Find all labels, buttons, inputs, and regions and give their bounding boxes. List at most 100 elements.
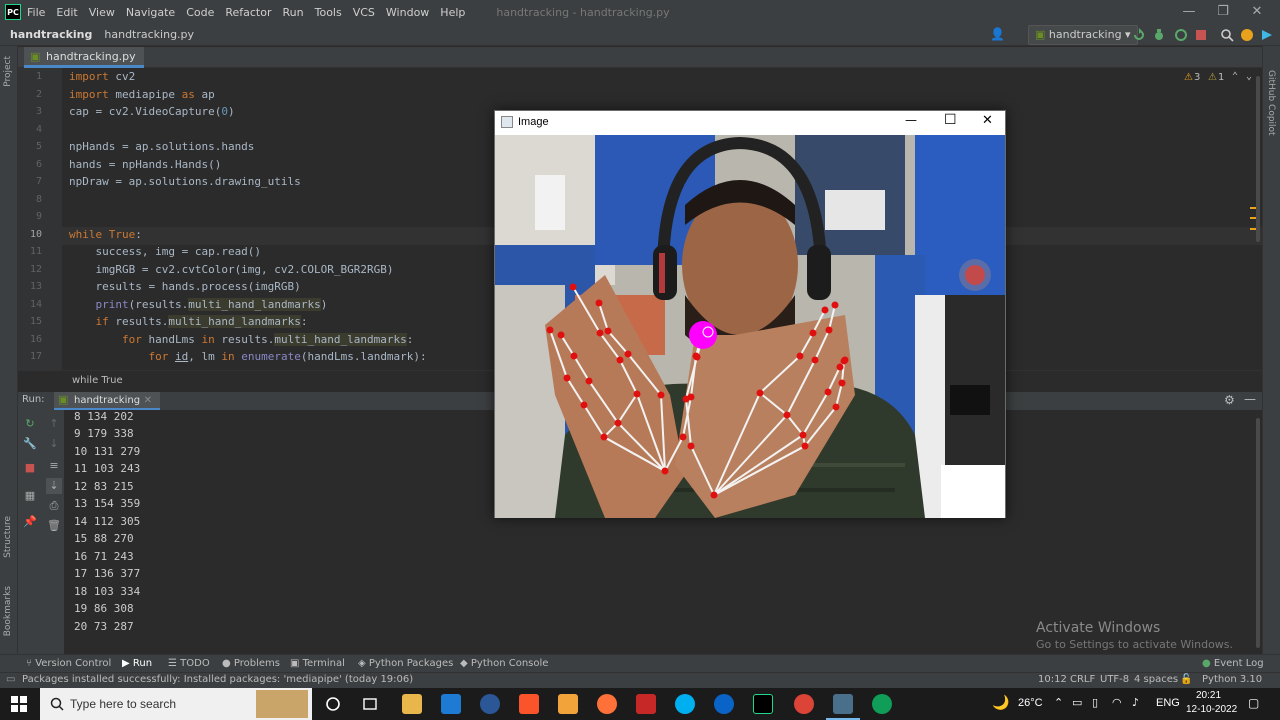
code-breadcrumb[interactable]: while True	[72, 375, 123, 386]
volume-icon[interactable]: ♪	[1132, 696, 1139, 709]
chevron-down-icon[interactable]: ⌄	[1246, 71, 1252, 82]
tab-run[interactable]: ▶ Run	[122, 655, 152, 673]
input-language[interactable]: ENG	[1156, 697, 1180, 709]
breadcrumb-project[interactable]: handtracking	[10, 28, 92, 41]
breadcrumb-file[interactable]: handtracking.py	[104, 28, 194, 41]
run-tab[interactable]: ▣ handtracking ✕	[54, 392, 160, 410]
structure-tool-tab[interactable]: Structure	[3, 516, 13, 558]
stop-icon[interactable]: ■	[22, 460, 38, 476]
rerun-icon[interactable]	[1132, 28, 1146, 42]
skype-icon[interactable]	[675, 694, 695, 714]
lock-icon[interactable]: 🔓	[1180, 674, 1192, 685]
tab-problems[interactable]: ● Problems	[222, 655, 280, 673]
console-scrollbar[interactable]	[1256, 418, 1260, 648]
notification-icon[interactable]: ▢	[1248, 696, 1259, 710]
line-separator[interactable]: CRLF	[1070, 674, 1095, 685]
opencv-image-window[interactable]: Image — ☐ ✕	[494, 110, 1006, 518]
menu-edit[interactable]: Edit	[56, 6, 77, 19]
menu-run[interactable]: Run	[283, 6, 304, 19]
vscode-icon[interactable]	[441, 694, 461, 714]
trash-icon[interactable]: 🗑	[46, 518, 62, 534]
gear-icon[interactable]: ⚙	[1224, 393, 1235, 407]
layout-icon[interactable]: ▦	[22, 488, 38, 504]
close-icon[interactable]: ✕	[144, 395, 152, 406]
menu-view[interactable]: View	[89, 6, 115, 19]
wifi-icon[interactable]: ◠	[1112, 696, 1122, 709]
word-icon[interactable]	[480, 694, 500, 714]
menu-file[interactable]: File	[27, 6, 45, 19]
moon-weather-icon[interactable]: 🌙	[992, 695, 1009, 711]
copilot-icon[interactable]	[1260, 28, 1274, 42]
power-icon[interactable]: ▯	[1092, 696, 1098, 709]
weak-warning-icon[interactable]: ⚠	[1208, 72, 1217, 83]
chrome-icon[interactable]	[794, 694, 814, 714]
run-configuration-select[interactable]: ▣ handtracking ▾	[1028, 25, 1138, 45]
editor-scrollbar[interactable]	[1256, 76, 1260, 242]
hide-panel-icon[interactable]: —	[1244, 392, 1256, 406]
tab-todo[interactable]: ☰ TODO	[168, 655, 210, 673]
image-close-button[interactable]: ✕	[982, 113, 993, 128]
status-icon[interactable]: ▭	[6, 674, 15, 685]
firefox-icon[interactable]	[597, 694, 617, 714]
stop-icon[interactable]	[1194, 28, 1208, 42]
file-encoding[interactable]: UTF-8	[1100, 674, 1129, 685]
windows-start-icon[interactable]	[11, 696, 27, 712]
soft-wrap-icon[interactable]: ≡	[46, 458, 62, 474]
chrome-icon[interactable]	[872, 694, 892, 714]
menu-refactor[interactable]: Refactor	[225, 6, 271, 19]
tab-version-control[interactable]: ⑂ Version Control	[26, 655, 111, 673]
tab-terminal[interactable]: ▣ Terminal	[290, 655, 345, 673]
project-tool-tab[interactable]: Project	[3, 56, 13, 87]
wrench-icon[interactable]: 🔧	[22, 436, 38, 452]
tab-python-console[interactable]: ◆ Python Console	[460, 655, 548, 673]
update-icon[interactable]	[1240, 28, 1254, 42]
image-window-titlebar[interactable]: Image — ☐ ✕	[495, 111, 1005, 135]
indent-setting[interactable]: 4 spaces	[1134, 674, 1178, 685]
image-maximize-button[interactable]: ☐	[944, 112, 957, 128]
weather-temp[interactable]: 26°C	[1018, 697, 1043, 709]
mail-icon[interactable]	[714, 694, 734, 714]
clock-time[interactable]: 20:21	[1196, 690, 1221, 701]
rerun-icon[interactable]: ↻	[22, 416, 38, 432]
copilot-tool-tab[interactable]: GitHub Copilot	[1266, 70, 1276, 136]
cortana-icon[interactable]	[325, 696, 341, 712]
debug-icon[interactable]	[1152, 28, 1166, 42]
file-explorer-icon[interactable]	[402, 694, 422, 714]
ide-close-button[interactable]: ✕	[1240, 0, 1274, 24]
menu-window[interactable]: Window	[386, 6, 429, 19]
search-icon[interactable]	[1220, 28, 1234, 42]
app-icon[interactable]	[558, 694, 578, 714]
menu-tools[interactable]: Tools	[315, 6, 342, 19]
status-message[interactable]: Packages installed successfully: Install…	[22, 674, 413, 685]
menu-help[interactable]: Help	[440, 6, 465, 19]
pin-icon[interactable]: 📌	[22, 514, 38, 530]
menu-code[interactable]: Code	[186, 6, 214, 19]
python-interpreter[interactable]: Python 3.10	[1202, 674, 1262, 685]
tab-handtracking-py[interactable]: ▣ handtracking.py	[24, 47, 144, 68]
user-icon[interactable]: 👤	[990, 27, 1008, 43]
tab-python-packages[interactable]: ◈ Python Packages	[358, 655, 453, 673]
taskbar-search-box[interactable]: Type here to search	[40, 688, 312, 720]
caret-position[interactable]: 10:12	[1038, 674, 1067, 685]
print-icon[interactable]: ⎙	[46, 498, 62, 514]
chevron-up-icon[interactable]: ⌃	[1054, 696, 1063, 709]
menu-navigate[interactable]: Navigate	[126, 6, 175, 19]
image-minimize-button[interactable]: —	[905, 113, 917, 127]
image-window-taskbar-icon[interactable]	[833, 694, 853, 714]
ide-maximize-button[interactable]: ❐	[1206, 0, 1240, 24]
ide-minimize-button[interactable]: —	[1172, 0, 1206, 24]
event-log-button[interactable]: ● Event Log	[1202, 655, 1264, 673]
clock-date[interactable]: 12-10-2022	[1186, 704, 1237, 715]
brave-icon[interactable]	[519, 694, 539, 714]
pycharm-taskbar-icon[interactable]	[753, 694, 773, 714]
scroll-to-end-icon[interactable]: ⇣	[46, 478, 62, 494]
network-icon[interactable]: ▭	[1072, 696, 1082, 709]
chevron-up-icon[interactable]: ⌃	[1232, 71, 1238, 82]
wps-icon[interactable]	[636, 694, 656, 714]
bookmarks-tool-tab[interactable]: Bookmarks	[3, 586, 13, 636]
warning-icon[interactable]: ⚠	[1184, 72, 1193, 83]
coverage-icon[interactable]	[1174, 28, 1188, 42]
task-view-icon[interactable]	[362, 696, 378, 712]
down-arrow-icon[interactable]: ↓	[46, 436, 62, 452]
menu-vcs[interactable]: VCS	[353, 6, 375, 19]
